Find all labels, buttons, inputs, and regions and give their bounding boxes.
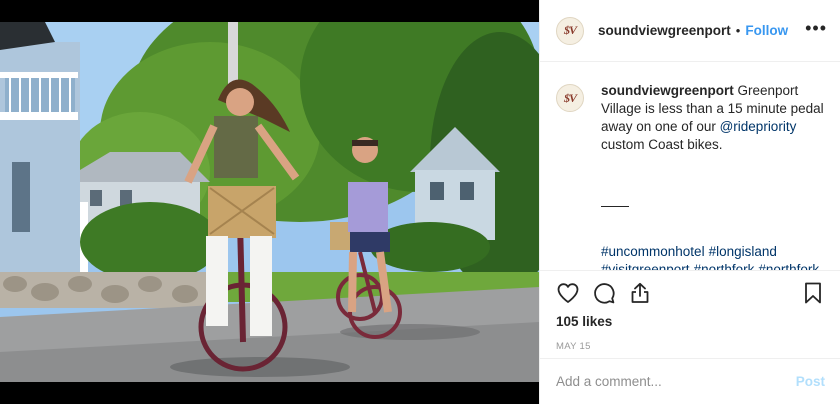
caption-comment: $V soundviewgreenport Greenport Village … (556, 82, 825, 154)
caption-mention-link[interactable]: @ridepriority (720, 119, 797, 134)
header-username[interactable]: soundviewgreenport (598, 23, 731, 38)
more-icon[interactable]: ••• (805, 19, 827, 37)
avatar[interactable]: $V (556, 16, 584, 45)
hashtag-link[interactable]: #uncommonhotel (601, 243, 705, 261)
likes-count[interactable]: 105 likes (556, 314, 825, 329)
post-photo[interactable] (0, 22, 539, 382)
hashtag-list: #uncommonhotel #longisland #visitgreenport… (601, 243, 827, 270)
post-header: $V soundviewgreenport • Follow ••• (540, 0, 840, 62)
caption-divider (601, 206, 629, 207)
post-date[interactable]: MAY 15 (556, 341, 825, 352)
comment-icon[interactable] (592, 281, 616, 305)
instagram-post: $V soundviewgreenport • Follow ••• $V so… (0, 0, 840, 404)
hashtag-link[interactable]: #visitgreenport (601, 261, 690, 270)
caption-username[interactable]: soundviewgreenport (601, 83, 734, 98)
comments-area[interactable]: $V soundviewgreenport Greenport Village … (540, 62, 840, 270)
hashtag-link[interactable]: #longisland (709, 243, 777, 261)
add-comment-bar: Post (540, 358, 840, 404)
header-separator-dot: • (735, 23, 741, 38)
hashtag-link[interactable]: #northfork (758, 261, 819, 270)
caption-avatar[interactable]: $V (556, 84, 584, 112)
avatar-monogram: $V (563, 23, 577, 37)
caption-avatar-monogram: $V (563, 90, 577, 105)
bookmark-icon[interactable] (801, 281, 825, 305)
action-icon-row (556, 271, 825, 315)
heart-icon[interactable] (556, 281, 580, 305)
post-comment-button[interactable]: Post (796, 374, 825, 389)
post-side-panel: $V soundviewgreenport • Follow ••• $V so… (539, 0, 840, 404)
hashtag-link[interactable]: #northfork (694, 261, 755, 270)
follow-button[interactable]: Follow (745, 23, 788, 38)
caption-body-end: custom Coast bikes. (601, 137, 723, 152)
comment-input[interactable] (556, 374, 796, 389)
share-icon[interactable] (628, 281, 652, 305)
bikes-photo-illustration (0, 22, 539, 382)
caption-text: soundviewgreenport Greenport Village is … (601, 82, 825, 154)
